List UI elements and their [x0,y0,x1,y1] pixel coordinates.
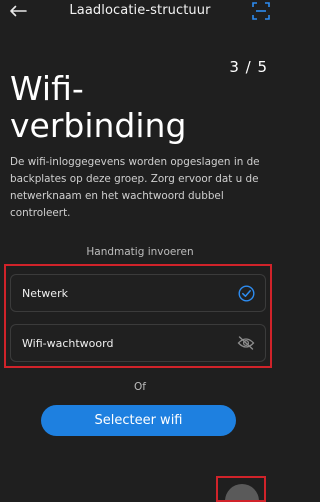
page-header-title: Laadlocatie-structuur [69,3,211,18]
description-text: De wifi-inloggegevens worden opgeslagen … [10,156,260,219]
page-title: Wifi-verbinding [10,69,187,145]
or-separator-label: Of [134,381,146,393]
network-field[interactable]: Netwerk [10,274,266,312]
wifi-password-field[interactable]: Wifi-wachtwoord [10,324,266,362]
floating-action-button[interactable] [225,484,259,500]
check-circle-icon [237,284,255,302]
wifi-password-field-label: Wifi-wachtwoord [22,336,114,350]
scan-frame-icon [252,2,270,20]
select-wifi-button[interactable]: Selecteer wifi [41,405,236,436]
eye-off-icon[interactable] [237,334,255,352]
scan-button[interactable] [252,2,270,20]
fab-highlight-box [216,476,266,502]
network-field-label: Netwerk [22,286,68,300]
header-bar: Laadlocatie-structuur [0,0,280,24]
manual-entry-label: Handmatig invoeren [86,246,194,258]
